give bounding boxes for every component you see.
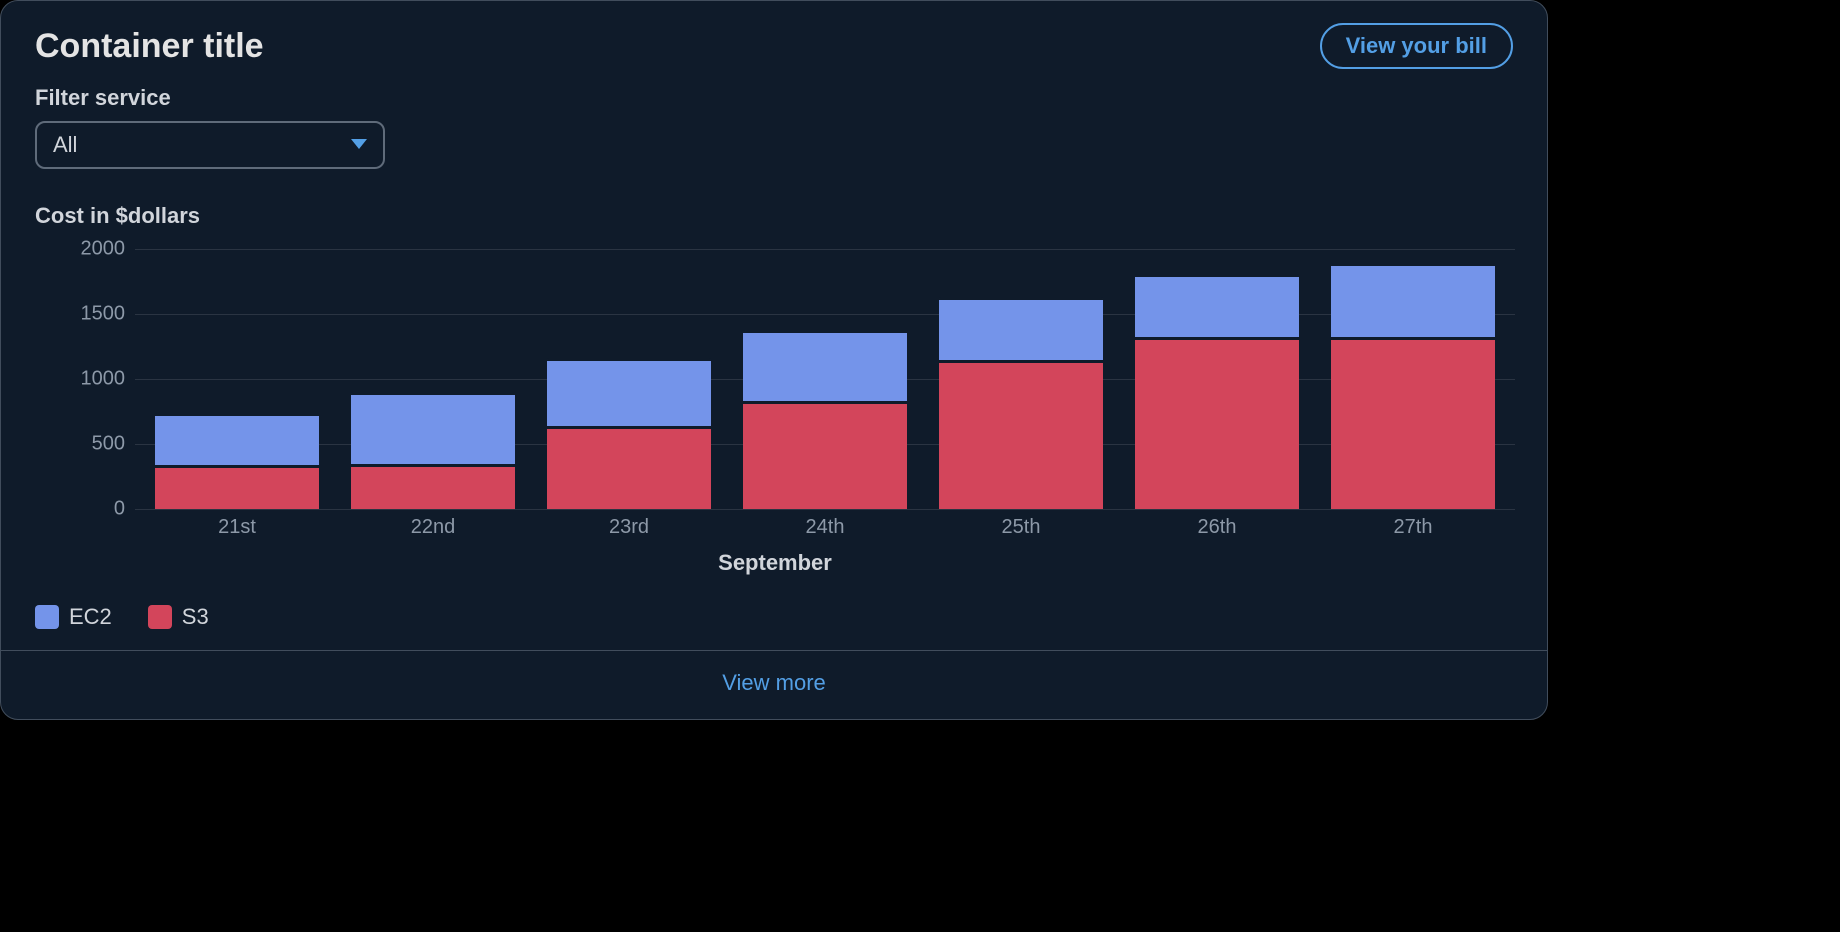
legend-item-ec2: EC2 [35,604,112,630]
chart-y-tick: 1500 [45,303,125,326]
chart-x-tick: 26th [1135,516,1299,539]
legend-label-s3: S3 [182,604,209,630]
container-body: Filter service All Cost in $dollars 0500… [1,75,1547,650]
chart-title: Cost in $dollars [35,203,1513,229]
chart-bar-s3 [1135,337,1299,509]
chart-legend: EC2 S3 [35,604,1513,630]
chart-y-tick: 2000 [45,238,125,261]
legend-label-ec2: EC2 [69,604,112,630]
chart-bar-ec2 [1135,274,1299,338]
chart-bar-ec2 [1331,263,1495,337]
chart-x-axis: 21st 22nd 23rd 24th 25th 26th 27th [155,510,1515,540]
filter-service-label: Filter service [35,85,1513,111]
container-title: Container title [35,27,264,66]
chart-plot-area: 0500100015002000 [135,249,1515,510]
chart-x-tick: 27th [1331,516,1495,539]
chart-y-tick: 1000 [45,368,125,391]
container-header: Container title View your bill [1,1,1547,75]
chart-y-tick: 500 [45,433,125,456]
cost-container: Container title View your bill Filter se… [0,0,1548,720]
chart-bars [155,249,1515,509]
chart-bar-ec2 [547,358,711,426]
chart-x-tick: 24th [743,516,907,539]
chart-x-tick: 21st [155,516,319,539]
caret-down-icon [351,136,367,154]
chart-bar-s3 [155,465,319,509]
chart-y-tick: 0 [45,498,125,521]
chart-bar-s3 [351,464,515,510]
chart-bar-ec2 [743,330,907,402]
chart-x-tick: 22nd [351,516,515,539]
view-more-link[interactable]: View more [716,669,832,697]
view-your-bill-button[interactable]: View your bill [1320,23,1513,69]
chart: 0500100015002000 21st 22nd 23rd 24th 25th 26t… [35,249,1515,576]
chart-x-tick: 23rd [547,516,711,539]
container-footer: View more [1,650,1547,719]
legend-swatch-ec2 [35,605,59,629]
legend-item-s3: S3 [148,604,209,630]
chart-bar-ec2 [155,413,319,465]
chart-bar-s3 [939,360,1103,510]
chart-bar-ec2 [939,297,1103,359]
chart-bar-s3 [743,401,907,509]
legend-swatch-s3 [148,605,172,629]
chart-bar-s3 [547,426,711,509]
chart-bar-ec2 [351,392,515,464]
chart-bar-s3 [1331,337,1495,509]
chart-x-tick: 25th [939,516,1103,539]
filter-service-value: All [53,132,77,158]
chart-x-label: September [35,550,1515,576]
filter-service-select[interactable]: All [35,121,385,169]
